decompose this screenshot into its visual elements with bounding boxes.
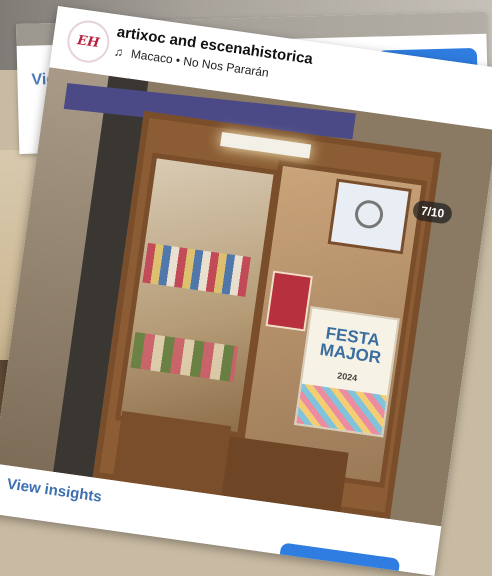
photo-festa-poster: FESTA MAJOR 2024 bbox=[293, 306, 400, 438]
boost-post-button[interactable] bbox=[278, 542, 401, 576]
avatar[interactable]: EH bbox=[64, 17, 113, 66]
avatar-logo: EH bbox=[76, 32, 101, 51]
post-card: EH artixoc and escenahistorica ♫ Macaco •… bbox=[0, 6, 492, 576]
post-photo[interactable]: FESTA MAJOR 2024 7/10 bbox=[0, 67, 492, 527]
photo-red-poster bbox=[265, 270, 313, 332]
view-insights-link[interactable]: View insights bbox=[6, 476, 103, 506]
photo-upper-window bbox=[327, 178, 412, 255]
poster-title: FESTA MAJOR bbox=[318, 323, 383, 368]
photo-window-sign bbox=[353, 198, 385, 231]
poster-year: 2024 bbox=[336, 370, 358, 384]
music-note-icon: ♫ bbox=[113, 44, 125, 60]
